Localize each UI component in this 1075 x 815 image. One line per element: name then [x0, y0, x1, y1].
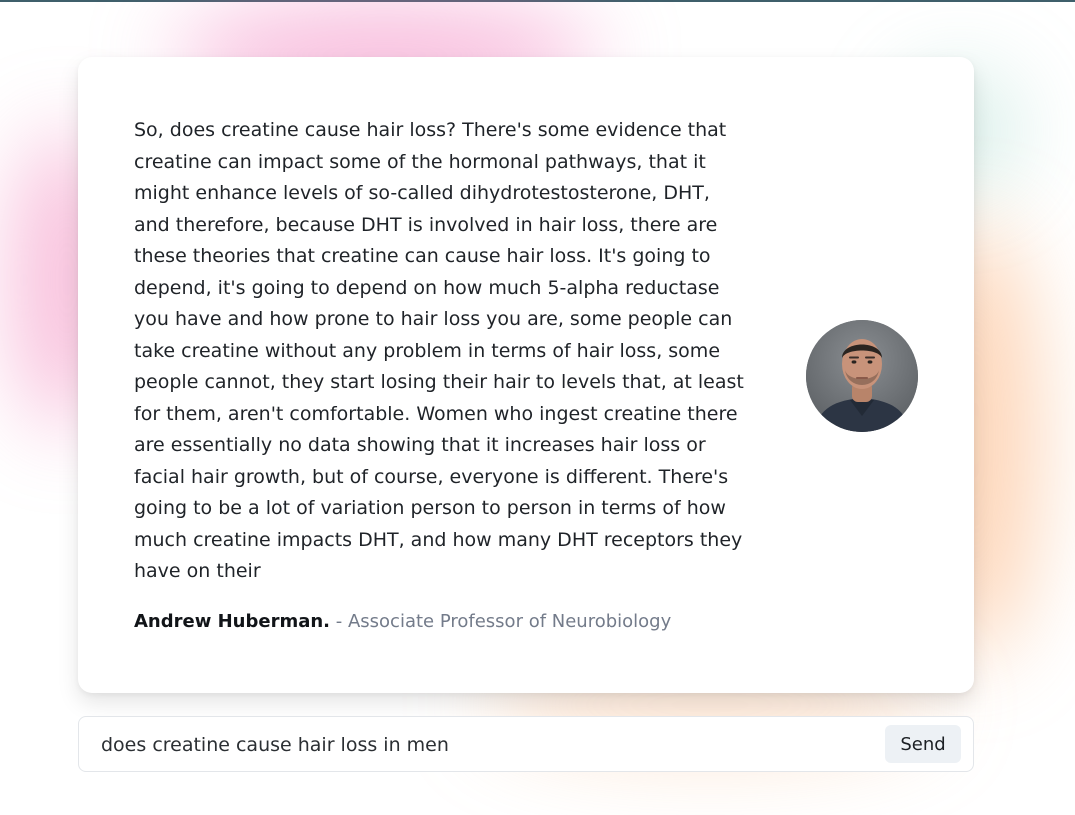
author-attribution: Andrew Huberman. - Associate Professor o… [134, 610, 671, 634]
answer-card: So, does creatine cause hair loss? There… [78, 57, 974, 693]
answer-quote-text: So, does creatine cause hair loss? There… [134, 119, 744, 582]
avatar-portrait-image [806, 320, 918, 432]
page: So, does creatine cause hair loss? There… [0, 0, 1075, 815]
send-button[interactable]: Send [885, 725, 961, 763]
avatar [806, 320, 918, 432]
query-input[interactable] [101, 730, 861, 760]
author-title: - Associate Professor of Neurobiology [335, 611, 672, 632]
top-divider [0, 0, 1075, 2]
query-bar: Send [78, 716, 974, 772]
author-name: Andrew Huberman. [134, 611, 331, 632]
